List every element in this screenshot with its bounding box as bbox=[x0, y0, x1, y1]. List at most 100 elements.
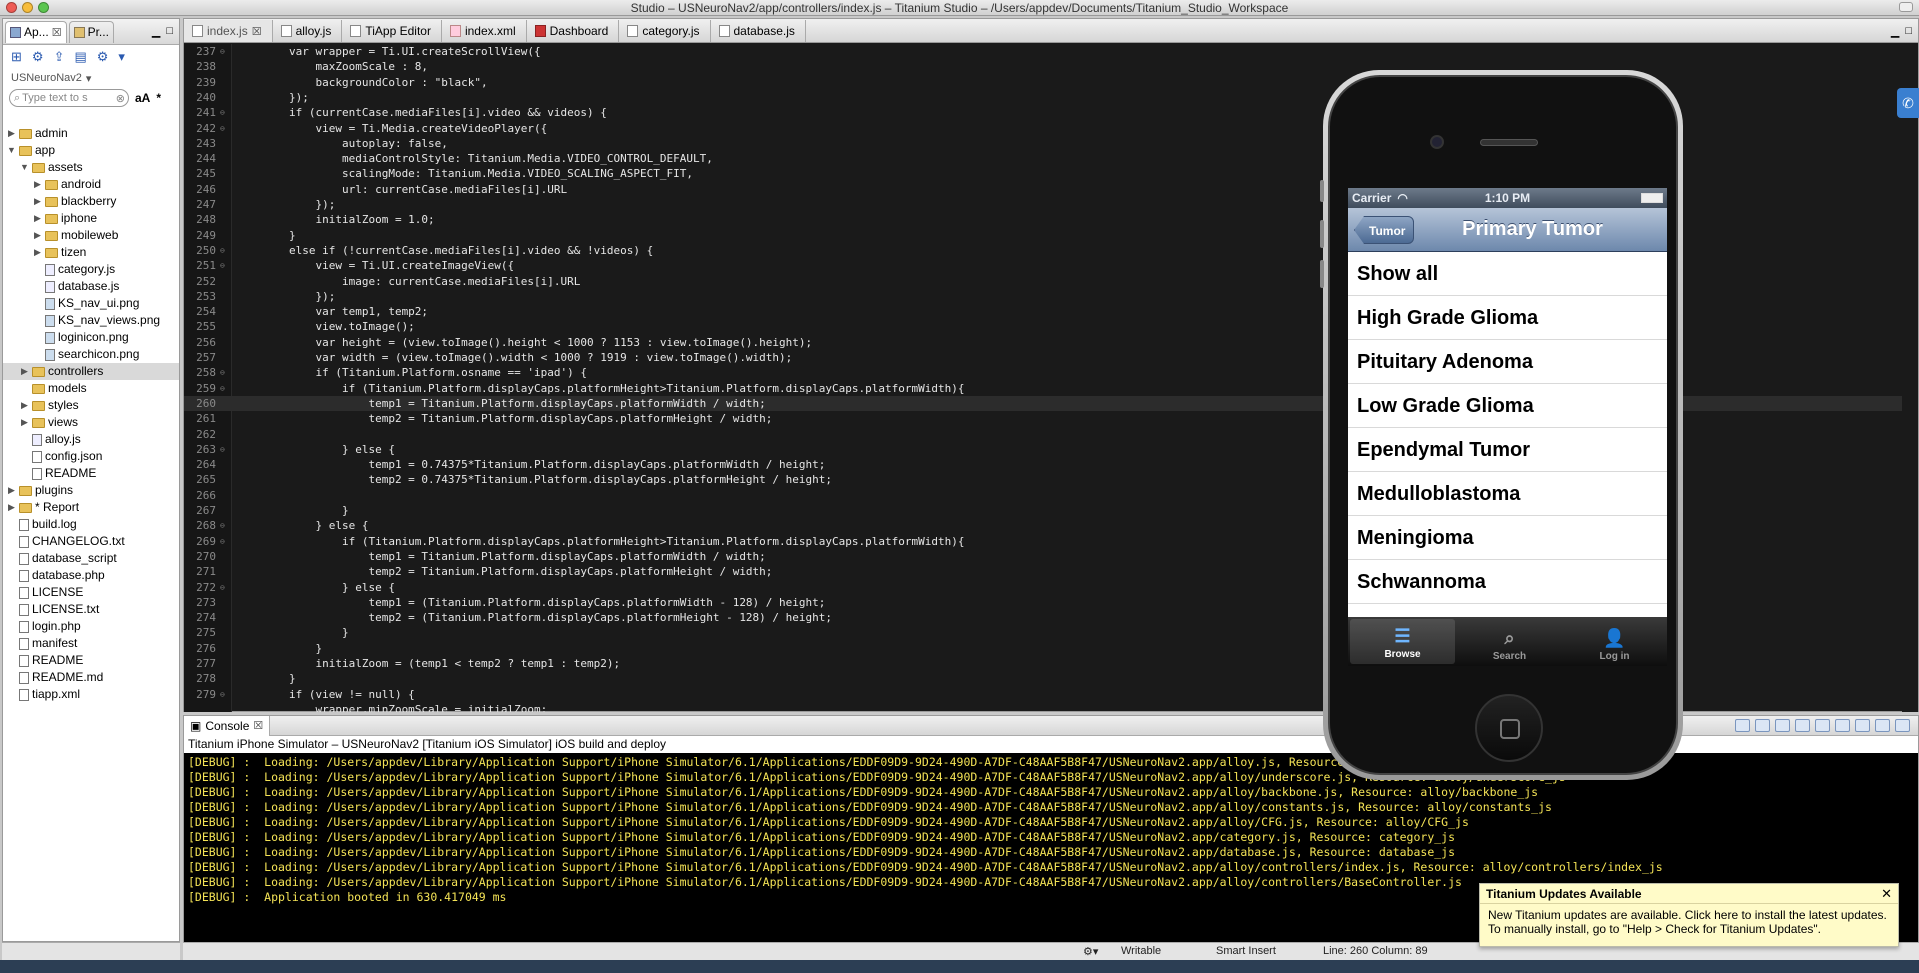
tree-item[interactable]: ▶ tizen bbox=[3, 244, 179, 261]
filter-input[interactable]: ⌕ Type text to s ⊗ bbox=[9, 89, 129, 107]
fold-toggle-icon[interactable]: ⊖ bbox=[220, 687, 225, 702]
maximize-icon[interactable]: □ bbox=[166, 25, 173, 38]
editor-tab[interactable]: category.js bbox=[619, 20, 711, 42]
tumor-list-row[interactable]: Schwannoma bbox=[1348, 560, 1667, 604]
tab-log-in[interactable]: 👤 Log in bbox=[1562, 617, 1667, 666]
chevron-icon[interactable]: ▼ bbox=[20, 159, 29, 176]
close-icon[interactable]: ✕ bbox=[1881, 886, 1892, 902]
tumor-list-row[interactable]: Ependymal Tumor bbox=[1348, 428, 1667, 472]
chevron-icon[interactable]: ▶ bbox=[7, 125, 16, 142]
fold-toggle-icon[interactable]: ⊖ bbox=[220, 243, 225, 258]
tree-item[interactable]: database.js bbox=[3, 278, 179, 295]
editor-tab[interactable]: index.xml bbox=[442, 20, 527, 42]
close-icon[interactable]: ☒ bbox=[253, 719, 263, 732]
tree-item[interactable]: ▼ app bbox=[3, 142, 179, 159]
tree-item[interactable]: KS_nav_ui.png bbox=[3, 295, 179, 312]
zoom-window-button[interactable] bbox=[38, 2, 49, 13]
chevron-icon[interactable]: ▶ bbox=[33, 193, 42, 210]
pin-console-icon[interactable] bbox=[1815, 719, 1830, 732]
fold-toggle-icon[interactable]: ⊖ bbox=[220, 258, 225, 273]
home-button[interactable] bbox=[1475, 694, 1543, 762]
editor-scrollbar[interactable] bbox=[1902, 44, 1918, 712]
tree-item[interactable]: ▶ iphone bbox=[3, 210, 179, 227]
case-sensitive-toggle[interactable]: aA bbox=[135, 91, 150, 105]
tab-browse[interactable]: ☰ Browse bbox=[1350, 619, 1455, 664]
tree-item[interactable]: models bbox=[3, 380, 179, 397]
open-console-icon[interactable] bbox=[1855, 719, 1870, 732]
tree-item[interactable]: searchicon.png bbox=[3, 346, 179, 363]
tree-item[interactable]: manifest bbox=[3, 635, 179, 652]
tumor-list-row[interactable]: Meningioma bbox=[1348, 516, 1667, 560]
editor-tab[interactable]: TiApp Editor bbox=[342, 20, 442, 42]
tree-item[interactable]: loginicon.png bbox=[3, 329, 179, 346]
fold-toggle-icon[interactable]: ⊖ bbox=[220, 44, 225, 59]
maximize-icon[interactable]: □ bbox=[1905, 25, 1912, 38]
chevron-icon[interactable]: ▼ bbox=[7, 142, 16, 159]
gear-icon[interactable]: ⚙▾ bbox=[1083, 945, 1098, 958]
project-selector[interactable]: USNeuroNav2 ▾ bbox=[3, 69, 179, 87]
tree-item[interactable]: README.md bbox=[3, 669, 179, 686]
tree-item[interactable]: LICENSE.txt bbox=[3, 601, 179, 618]
tree-item[interactable]: ▶ controllers bbox=[3, 363, 179, 380]
skype-icon[interactable]: ✆ bbox=[1897, 88, 1919, 118]
tree-item[interactable]: LICENSE bbox=[3, 584, 179, 601]
tree-item[interactable]: database.php bbox=[3, 567, 179, 584]
tree-item[interactable]: KS_nav_views.png bbox=[3, 312, 179, 329]
tree-item[interactable]: ▶ * Report bbox=[3, 499, 179, 516]
clear-console-icon[interactable] bbox=[1775, 719, 1790, 732]
close-window-button[interactable] bbox=[6, 2, 17, 13]
maximize-icon[interactable] bbox=[1895, 719, 1910, 732]
tumor-list-row[interactable]: High Grade Glioma bbox=[1348, 296, 1667, 340]
tree-item[interactable]: alloy.js bbox=[3, 431, 179, 448]
updates-notification[interactable]: Titanium Updates Available ✕ New Titaniu… bbox=[1479, 883, 1899, 947]
tree-item[interactable]: build.log bbox=[3, 516, 179, 533]
tab-search[interactable]: ⌕ Search bbox=[1457, 617, 1562, 666]
tree-item[interactable]: ▶ mobileweb bbox=[3, 227, 179, 244]
tree-item[interactable]: ▶ admin bbox=[3, 125, 179, 142]
tree-item[interactable]: login.php bbox=[3, 618, 179, 635]
tree-item[interactable]: README bbox=[3, 652, 179, 669]
toolbar-toggle-button[interactable] bbox=[1899, 2, 1913, 12]
minimize-icon[interactable]: ▁ bbox=[152, 25, 160, 38]
tree-item[interactable]: ▶ styles bbox=[3, 397, 179, 414]
tab-project-explorer[interactable]: Pr... bbox=[68, 20, 114, 43]
close-icon[interactable]: ☒ bbox=[52, 26, 62, 39]
fold-toggle-icon[interactable]: ⊖ bbox=[220, 121, 225, 136]
scroll-lock-icon[interactable] bbox=[1795, 719, 1810, 732]
chevron-icon[interactable]: ▶ bbox=[33, 227, 42, 244]
editor-tab[interactable]: database.js bbox=[711, 20, 806, 42]
minimize-icon[interactable] bbox=[1875, 719, 1890, 732]
new-icon[interactable]: ⊞ bbox=[11, 49, 22, 65]
close-icon[interactable]: ☒ bbox=[252, 25, 262, 38]
tumor-list-row[interactable]: Show all bbox=[1348, 252, 1667, 296]
publish-icon[interactable]: ⇪ bbox=[54, 49, 65, 65]
editor-tab[interactable]: alloy.js bbox=[273, 20, 343, 42]
fold-toggle-icon[interactable]: ⊖ bbox=[220, 442, 225, 457]
regex-toggle[interactable]: * bbox=[156, 91, 161, 105]
chevron-icon[interactable]: ▶ bbox=[33, 176, 42, 193]
tree-item[interactable]: README bbox=[3, 465, 179, 482]
chevron-icon[interactable]: ▶ bbox=[33, 244, 42, 261]
fold-toggle-icon[interactable]: ⊖ bbox=[220, 105, 225, 120]
tree-item[interactable]: ▶ blackberry bbox=[3, 193, 179, 210]
tumor-list-row[interactable]: Pituitary Adenoma bbox=[1348, 340, 1667, 384]
folder-icon[interactable]: ▤ bbox=[74, 49, 86, 65]
terminate-icon[interactable] bbox=[1735, 719, 1750, 732]
settings-icon[interactable]: ⚙ bbox=[97, 49, 109, 65]
tumor-list-row[interactable]: Medulloblastoma bbox=[1348, 472, 1667, 516]
chevron-down-icon[interactable]: ▾ bbox=[118, 49, 125, 65]
tree-item[interactable]: database_script bbox=[3, 550, 179, 567]
tree-item[interactable]: ▶ android bbox=[3, 176, 179, 193]
fold-toggle-icon[interactable]: ⊖ bbox=[220, 534, 225, 549]
minimize-icon[interactable]: ▁ bbox=[1891, 25, 1899, 38]
tree-item[interactable]: category.js bbox=[3, 261, 179, 278]
clear-icon[interactable]: ⊗ bbox=[116, 92, 125, 105]
tree-item[interactable]: ▼ assets bbox=[3, 159, 179, 176]
tumor-list-row[interactable]: Low Grade Glioma bbox=[1348, 384, 1667, 428]
tree-item[interactable]: tiapp.xml bbox=[3, 686, 179, 703]
fold-toggle-icon[interactable]: ⊖ bbox=[220, 381, 225, 396]
tree-item[interactable]: ▶ plugins bbox=[3, 482, 179, 499]
fold-toggle-icon[interactable]: ⊖ bbox=[220, 365, 225, 380]
remove-launch-icon[interactable] bbox=[1755, 719, 1770, 732]
display-console-icon[interactable] bbox=[1835, 719, 1850, 732]
